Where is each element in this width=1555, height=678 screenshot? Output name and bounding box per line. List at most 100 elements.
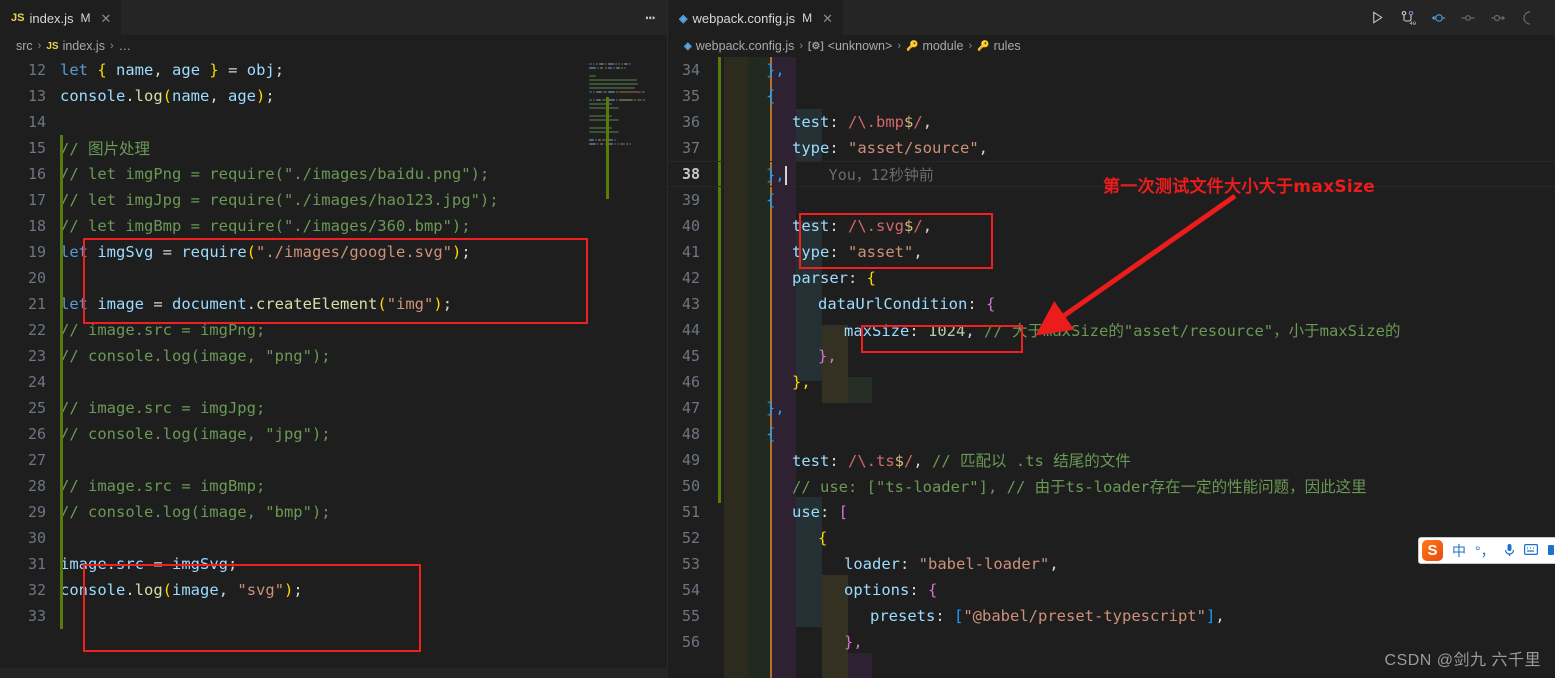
minimap-line bbox=[633, 99, 636, 101]
line-number: 39 bbox=[681, 191, 700, 209]
code-line[interactable]: 45}, bbox=[668, 343, 1555, 369]
line-number: 26 bbox=[27, 425, 46, 443]
code-text: }, bbox=[792, 373, 811, 391]
tab-modified-badge: M bbox=[802, 11, 813, 25]
step-into-icon[interactable] bbox=[1489, 9, 1506, 26]
line-number: 52 bbox=[681, 529, 700, 547]
sogou-ime-toolbar[interactable]: S 中 °， bbox=[1418, 537, 1555, 564]
code-line[interactable]: 33 bbox=[0, 603, 667, 629]
code-line[interactable]: 24 bbox=[0, 369, 667, 395]
js-file-icon: JS bbox=[11, 12, 25, 24]
breadcrumb-item-src[interactable]: src bbox=[16, 39, 33, 53]
code-line[interactable]: 47}, bbox=[668, 395, 1555, 421]
code-line[interactable]: 51 use: [ bbox=[668, 499, 1555, 525]
line-number: 51 bbox=[681, 503, 700, 521]
code-line[interactable]: 13 console.log(name, age); bbox=[0, 83, 667, 109]
line-number: 48 bbox=[681, 425, 700, 443]
breadcrumb-item-rules[interactable]: 🔑 rules bbox=[977, 39, 1021, 53]
minimap-line bbox=[593, 91, 596, 93]
minimap-line bbox=[589, 119, 620, 121]
breadcrumb-label: rules bbox=[993, 39, 1021, 53]
code-line[interactable]: 25 // image.src = imgJpg; bbox=[0, 395, 667, 421]
code-line[interactable]: 12 let { name, age } = obj; bbox=[0, 57, 667, 83]
tab-index-js[interactable]: JS index.js M ✕ bbox=[0, 0, 123, 35]
code-line[interactable]: 37 type: "asset/source", bbox=[668, 135, 1555, 161]
step-back-icon[interactable] bbox=[1429, 9, 1446, 26]
code-line[interactable]: 26 // console.log(image, "jpg"); bbox=[0, 421, 667, 447]
code-line[interactable]: 30 bbox=[0, 525, 667, 551]
code-line[interactable]: 22 // image.src = imgPng; bbox=[0, 317, 667, 343]
symbol-object-icon: [⚙] bbox=[808, 40, 824, 52]
code-line[interactable]: 18 // let imgBmp = require("./images/360.… bbox=[0, 213, 667, 239]
tab-label: index.js bbox=[29, 10, 74, 26]
minimap-line bbox=[593, 63, 596, 65]
code-line[interactable]: 16 // let imgPng = require("./images/baid… bbox=[0, 161, 667, 187]
step-over-icon[interactable] bbox=[1459, 9, 1476, 26]
code-line[interactable]: 15 // 图片处理 bbox=[0, 135, 667, 161]
breadcrumb-item-index-js[interactable]: JS index.js bbox=[46, 39, 105, 53]
ime-mode-chinese[interactable]: 中 bbox=[1452, 544, 1466, 558]
more-actions-icon[interactable]: ⋯ bbox=[645, 9, 656, 26]
code-text: // console.log(image, "png"); bbox=[60, 347, 331, 365]
code-line[interactable]: 32 console.log(image, "svg"); bbox=[0, 577, 667, 603]
chevron-right-icon: › bbox=[897, 40, 901, 52]
code-line[interactable]: 42 parser: { bbox=[668, 265, 1555, 291]
code-line[interactable]: 50 // use: ["ts-loader"], // 由于ts-loader存… bbox=[668, 473, 1555, 499]
code-line[interactable]: 44 maxSize: 1024, // 大于maxSize的"asset/res… bbox=[668, 317, 1555, 343]
code-text: maxSize: 1024, // 大于maxSize的"asset/resou… bbox=[844, 322, 1401, 340]
code-line[interactable]: 40 test: /\.svg$/, bbox=[668, 213, 1555, 239]
tab-bar-left: JS index.js M ✕ ⋯ bbox=[0, 0, 667, 35]
code-line[interactable]: 46}, bbox=[668, 369, 1555, 395]
close-icon[interactable]: ✕ bbox=[822, 12, 833, 25]
run-icon[interactable] bbox=[1369, 9, 1386, 26]
breadcrumb-item-symbol[interactable]: … bbox=[119, 39, 132, 53]
code-line[interactable]: 49 test: /\.ts$/, // 匹配以 .ts 结尾的文件 bbox=[668, 447, 1555, 473]
code-line[interactable]: 17 // let imgJpg = require("./images/hao1… bbox=[0, 187, 667, 213]
code-line[interactable]: 29 // console.log(image, "bmp"); bbox=[0, 499, 667, 525]
ime-soft-keyboard-icon[interactable] bbox=[1523, 543, 1538, 558]
minimap-line bbox=[600, 143, 604, 145]
close-icon[interactable]: ✕ bbox=[101, 12, 112, 25]
code-text: { bbox=[818, 529, 828, 547]
code-text: // image.src = imgBmp; bbox=[60, 477, 266, 495]
code-editor-left[interactable]: 12 let { name, age } = obj; 13 console.log(… bbox=[0, 57, 667, 678]
code-text: image.src = imgSvg; bbox=[60, 555, 238, 573]
vertical-scrollbar-left[interactable] bbox=[653, 57, 667, 678]
minimap-left[interactable] bbox=[587, 57, 649, 678]
code-line[interactable]: 28 // image.src = imgBmp; bbox=[0, 473, 667, 499]
code-line[interactable]: 43 dataUrlCondition: { bbox=[668, 291, 1555, 317]
vertical-scrollbar-right[interactable] bbox=[1541, 57, 1555, 678]
ime-toolbox-icon[interactable] bbox=[1547, 544, 1555, 558]
code-line[interactable]: 20 bbox=[0, 265, 667, 291]
code-line[interactable]: 35 { bbox=[668, 83, 1555, 109]
ime-voice-input-icon[interactable] bbox=[1504, 543, 1515, 559]
tab-webpack-config-js[interactable]: ◈ webpack.config.js M ✕ bbox=[668, 0, 844, 35]
code-line[interactable]: 41 type: "asset", bbox=[668, 239, 1555, 265]
breadcrumb-item-unknown[interactable]: [⚙] <unknown> bbox=[808, 39, 892, 53]
code-line[interactable]: 48 { bbox=[668, 421, 1555, 447]
code-line[interactable]: 36 test: /\.bmp$/, bbox=[668, 109, 1555, 135]
code-line[interactable]: 19 let imgSvg = require("./images/google.… bbox=[0, 239, 667, 265]
ime-punctuation-icon[interactable]: °， bbox=[1475, 544, 1495, 558]
svg-text:40: 40 bbox=[1409, 20, 1416, 26]
code-line[interactable]: 34}, bbox=[668, 57, 1555, 83]
code-text: // console.log(image, "jpg"); bbox=[60, 425, 331, 443]
code-line[interactable]: 23 // console.log(image, "png"); bbox=[0, 343, 667, 369]
minimap-line bbox=[623, 63, 628, 65]
line-number: 21 bbox=[27, 295, 46, 313]
code-line[interactable]: 21 let image = document.createElement("im… bbox=[0, 291, 667, 317]
code-line[interactable]: 31 image.src = imgSvg; bbox=[0, 551, 667, 577]
code-line[interactable]: 27 bbox=[0, 447, 667, 473]
line-number: 28 bbox=[27, 477, 46, 495]
run-and-debug-icon[interactable]: 40 bbox=[1399, 9, 1416, 26]
breadcrumb-item-module[interactable]: 🔑 module bbox=[906, 39, 963, 53]
code-editor-right[interactable]: 34}, 35 {36 test: /\.bmp$/, 37 type: "asset/s… bbox=[668, 57, 1555, 678]
code-line[interactable]: 55 presets: ["@babel/preset-typescript"], bbox=[668, 603, 1555, 629]
more-actions-icon[interactable] bbox=[1519, 9, 1536, 26]
code-text: // image.src = imgJpg; bbox=[60, 399, 266, 417]
code-line[interactable]: 54 options: { bbox=[668, 577, 1555, 603]
breadcrumb-item-webpack-config[interactable]: ◈ webpack.config.js bbox=[684, 39, 794, 53]
code-line[interactable]: 14 bbox=[0, 109, 667, 135]
line-number: 20 bbox=[27, 269, 46, 287]
minimap-line bbox=[619, 143, 625, 145]
